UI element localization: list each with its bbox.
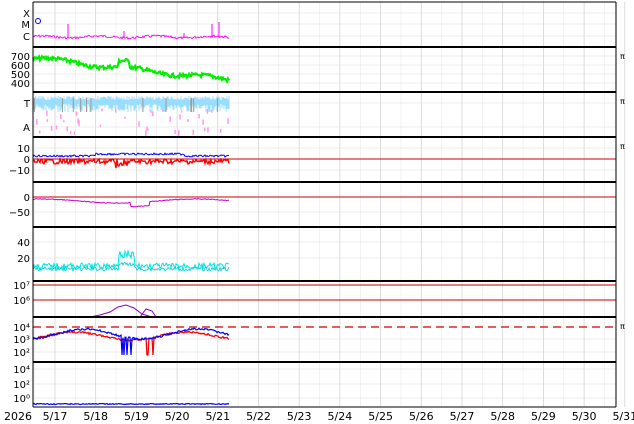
alpha-point: [206, 109, 209, 114]
alpha-point: [227, 118, 229, 125]
alpha-point: [146, 128, 149, 131]
tick-label-speed: 400: [11, 79, 30, 90]
x-tick-label: 5/30: [572, 410, 597, 423]
alpha-point: [150, 110, 152, 113]
alpha-point: [55, 125, 58, 130]
tick-label-dst: 0: [24, 193, 30, 204]
tick-label-neutron: 10⁴: [13, 365, 30, 376]
x-tick-label: 5/28: [490, 410, 515, 423]
tick-label-temp: T: [23, 99, 31, 110]
tick-label-kp: 40: [17, 238, 30, 249]
alpha-point: [36, 119, 38, 125]
tick-label-xray: X: [23, 9, 30, 20]
x-tick-label: 5/29: [531, 410, 556, 423]
alpha-point: [101, 108, 103, 112]
alpha-point: [177, 130, 180, 136]
tick-label-temp: A: [23, 123, 30, 134]
x-tick-label: 5/31: [612, 410, 634, 423]
tick-label-proton: 10⁷: [13, 281, 30, 292]
right-label-speed: π: [620, 52, 625, 61]
tick-label-bfield: 0: [24, 155, 30, 166]
tick-label-electron: 10⁴: [13, 323, 30, 334]
alpha-point: [99, 124, 102, 127]
x-tick-label: 5/27: [450, 410, 475, 423]
alpha-point: [62, 120, 65, 123]
tick-label-neutron: 10²: [13, 380, 30, 391]
alpha-point: [38, 130, 41, 134]
tick-label-proton: 10⁶: [13, 296, 30, 307]
right-label-electron: π: [620, 322, 625, 331]
alpha-point: [187, 119, 189, 122]
alpha-point: [124, 116, 126, 120]
alpha-point: [179, 114, 181, 120]
alpha-point: [46, 110, 48, 117]
alpha-point: [152, 111, 154, 117]
alpha-point: [66, 126, 68, 132]
x-tick-label: 5/18: [83, 410, 108, 423]
alpha-point: [73, 131, 76, 135]
right-label-temp: π: [620, 97, 625, 106]
x-tick-label: 5/25: [368, 410, 393, 423]
alpha-point: [198, 114, 200, 119]
alpha-point: [78, 120, 80, 127]
x-tick-label: 5/22: [246, 410, 271, 423]
alpha-point: [207, 127, 209, 133]
x-tick-label: 5/20: [165, 410, 190, 423]
alpha-point: [46, 119, 48, 122]
alpha-point: [210, 109, 213, 113]
alpha-point: [180, 110, 183, 113]
x-tick-label: 5/26: [409, 410, 434, 423]
alpha-point: [203, 127, 206, 132]
alpha-point: [69, 131, 72, 135]
alpha-point: [145, 130, 147, 136]
alpha-point: [192, 129, 195, 135]
tick-label-electron: 10²: [13, 348, 30, 359]
x-tick-label: 5/21: [205, 410, 230, 423]
x-tick-label: 5/24: [328, 410, 353, 423]
tick-label-xray: C: [23, 32, 30, 43]
alpha-point: [162, 109, 164, 112]
alpha-point: [219, 129, 222, 133]
alpha-point: [115, 108, 117, 113]
tick-label-electron: 10³: [13, 335, 30, 346]
tick-label-bfield: −10: [9, 166, 30, 177]
alpha-point: [75, 111, 78, 116]
right-label-bfield: π: [620, 142, 625, 151]
tick-label-neutron: 10⁰: [13, 394, 30, 405]
x-tick-label: 5/23: [287, 410, 312, 423]
alpha-point: [169, 116, 171, 122]
space-weather-chart: XMC700600500400πTAπ100−10π0−50402010⁷10⁶…: [0, 0, 634, 424]
x-tick-label: 5/19: [124, 410, 149, 423]
tick-label-xray: M: [21, 20, 30, 31]
alpha-point: [174, 129, 176, 134]
alpha-point: [138, 121, 140, 127]
tick-label-bfield: 10: [17, 144, 30, 155]
x-start-label: 2026: [4, 410, 32, 423]
alpha-point: [59, 114, 62, 119]
x-tick-label: 5/17: [43, 410, 68, 423]
alpha-point: [202, 119, 204, 125]
alpha-point: [50, 125, 53, 131]
tick-label-dst: −50: [9, 208, 30, 219]
tick-label-kp: 20: [17, 254, 30, 265]
